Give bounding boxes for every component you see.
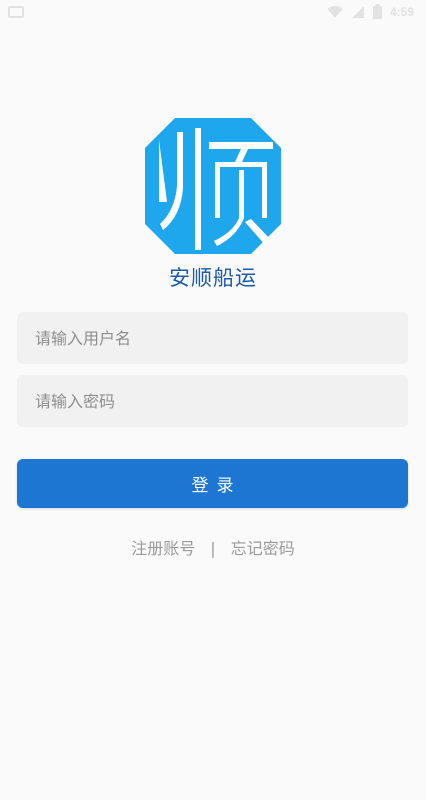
battery-icon [372, 4, 382, 19]
register-link[interactable]: 注册账号 [131, 539, 195, 558]
status-time: 4:59 [389, 4, 414, 19]
wifi-icon [327, 5, 343, 18]
auth-links: 注册账号 | 忘记密码 [0, 535, 426, 559]
username-field-container [17, 312, 408, 364]
password-field-container [17, 375, 408, 427]
forgot-password-link[interactable]: 忘记密码 [231, 539, 295, 558]
username-input[interactable] [17, 312, 408, 364]
app-name: 安顺船运 [169, 266, 257, 290]
link-separator: | [210, 539, 216, 558]
notification-icon [8, 6, 24, 18]
login-button[interactable]: 登录 [17, 459, 408, 508]
password-input[interactable] [17, 375, 408, 427]
app-logo [145, 118, 281, 254]
status-bar: 4:59 [0, 0, 426, 24]
login-screen: 4:59 安顺船运 登录 注册账号 | 忘记密码 [0, 0, 426, 800]
signal-icon [351, 5, 364, 18]
status-icons: 4:59 [327, 4, 414, 19]
